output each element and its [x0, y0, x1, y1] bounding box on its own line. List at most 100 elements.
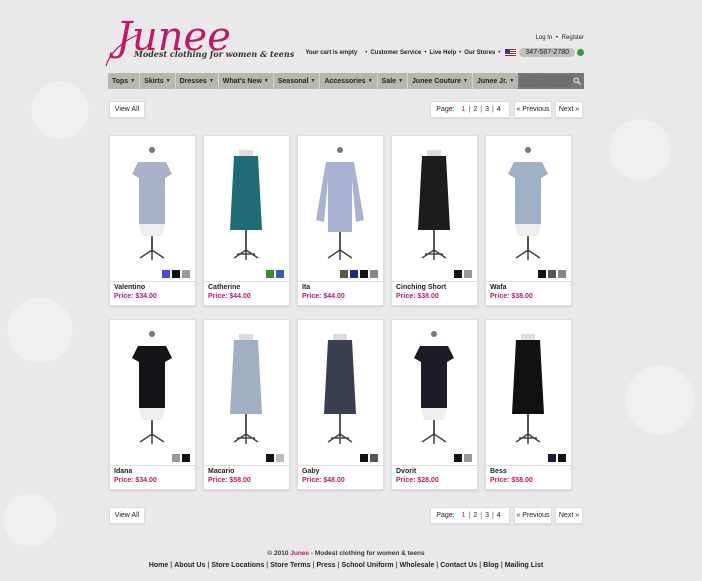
footer-link-press[interactable]: Press — [317, 562, 336, 569]
product-card[interactable]: Dvorit Price: $28.00 — [391, 319, 478, 490]
view-all-button[interactable]: View All — [109, 507, 145, 524]
product-name[interactable]: Catherine — [208, 284, 240, 291]
product-image[interactable] — [204, 140, 289, 270]
color-swatch[interactable] — [350, 270, 358, 278]
color-swatch[interactable] — [276, 270, 284, 278]
next-button[interactable]: Next » — [555, 507, 583, 524]
product-card[interactable]: Wafa Price: $38.00 — [485, 135, 572, 306]
footer-link-store-locations[interactable]: Store Locations — [211, 562, 264, 569]
previous-button[interactable]: « Previous — [514, 101, 552, 118]
chat-icon[interactable] — [577, 49, 584, 56]
nav-item-tops[interactable]: Tops ▼ — [108, 73, 141, 89]
page-link-4[interactable]: 4 — [494, 512, 504, 519]
color-swatch[interactable] — [538, 270, 546, 278]
color-swatch[interactable] — [370, 270, 378, 278]
product-name[interactable]: Gaby — [302, 468, 320, 475]
color-swatch[interactable] — [266, 270, 274, 278]
footer-link-school-uniform[interactable]: School Uniform — [342, 562, 394, 569]
color-swatch[interactable] — [182, 270, 190, 278]
product-image[interactable] — [392, 140, 477, 270]
our-stores-link[interactable]: Our Stores — [464, 50, 495, 56]
product-name[interactable]: Valentino — [114, 284, 145, 291]
color-swatch[interactable] — [360, 454, 368, 462]
cart-status[interactable]: Your cart is empty — [305, 50, 357, 56]
product-image[interactable] — [298, 324, 383, 454]
product-name[interactable]: Ita — [302, 284, 310, 291]
caret-down-icon: ▼ — [208, 78, 214, 84]
footer-link-store-terms[interactable]: Store Terms — [270, 562, 310, 569]
product-name[interactable]: Idana — [114, 468, 132, 475]
color-swatch[interactable] — [370, 454, 378, 462]
color-swatch[interactable] — [162, 270, 170, 278]
view-all-button[interactable]: View All — [109, 101, 145, 118]
live-help-link[interactable]: Live Help — [429, 50, 456, 56]
page-link-3[interactable]: 3 — [482, 512, 492, 519]
color-swatch[interactable] — [266, 454, 274, 462]
footer-link-blog[interactable]: Blog — [483, 562, 499, 569]
nav-item-skirts[interactable]: Skirts ▼ — [140, 73, 176, 89]
nav-item-seasonal[interactable]: Seasonal ▼ — [274, 73, 321, 89]
register-link[interactable]: Register — [562, 35, 584, 41]
color-swatch[interactable] — [454, 454, 462, 462]
product-image[interactable] — [110, 140, 195, 270]
page-link-1[interactable]: 1 — [459, 106, 469, 113]
product-image[interactable] — [110, 324, 195, 454]
page-link-2[interactable]: 2 — [470, 106, 480, 113]
product-image[interactable] — [486, 140, 571, 270]
page-link-4[interactable]: 4 — [494, 106, 504, 113]
product-card[interactable]: Valentino Price: $34.00 — [109, 135, 196, 306]
site-logo[interactable]: Junee Modest clothing for women & teens — [105, 14, 294, 67]
nav-item-dresses[interactable]: Dresses ▼ — [176, 73, 219, 89]
product-name[interactable]: Macario — [208, 468, 234, 475]
product-card[interactable]: Bess Price: $58.00 — [485, 319, 572, 490]
product-image[interactable] — [486, 324, 571, 454]
search-icon[interactable] — [572, 75, 582, 87]
product-image[interactable] — [298, 140, 383, 270]
color-swatch[interactable] — [558, 454, 566, 462]
product-name[interactable]: Dvorit — [396, 468, 416, 475]
product-card[interactable]: Macario Price: $58.00 — [203, 319, 290, 490]
nav-item-label: What's New — [222, 77, 262, 85]
color-swatch[interactable] — [454, 270, 462, 278]
product-card[interactable]: Ita Price: $44.00 — [297, 135, 384, 306]
color-swatch[interactable] — [182, 454, 190, 462]
product-name[interactable]: Wafa — [490, 284, 506, 291]
nav-item-what-s-new[interactable]: What's New ▼ — [219, 73, 274, 89]
color-swatch[interactable] — [464, 270, 472, 278]
product-card[interactable]: Catherine Price: $44.00 — [203, 135, 290, 306]
product-name[interactable]: Cinching Short — [396, 284, 446, 291]
nav-item-sale[interactable]: Sale ▼ — [378, 73, 409, 89]
product-image[interactable] — [204, 324, 289, 454]
search-input[interactable] — [520, 75, 572, 87]
product-image[interactable] — [392, 324, 477, 454]
page-link-3[interactable]: 3 — [482, 106, 492, 113]
login-link[interactable]: Log In — [536, 35, 553, 41]
color-swatch[interactable] — [464, 454, 472, 462]
customer-service-link[interactable]: Customer Service — [370, 50, 421, 56]
product-name[interactable]: Bess — [490, 468, 507, 475]
us-flag-icon[interactable] — [505, 49, 517, 56]
next-button[interactable]: Next » — [555, 101, 583, 118]
footer-link-mailing-list[interactable]: Mailing List — [505, 562, 544, 569]
previous-button[interactable]: « Previous — [514, 507, 552, 524]
page-link-1[interactable]: 1 — [459, 512, 469, 519]
nav-item-junee-couture[interactable]: Junee Couture ▼ — [408, 73, 473, 89]
footer-link-contact-us[interactable]: Contact Us — [440, 562, 477, 569]
color-swatch[interactable] — [172, 454, 180, 462]
footer-link-home[interactable]: Home — [149, 562, 168, 569]
color-swatch[interactable] — [360, 270, 368, 278]
nav-item-junee-jr-[interactable]: Junee Jr. ▼ — [473, 73, 520, 89]
product-card[interactable]: Gaby Price: $48.00 — [297, 319, 384, 490]
nav-item-accessories[interactable]: Accessories ▼ — [320, 73, 378, 89]
color-swatch[interactable] — [172, 270, 180, 278]
color-swatch[interactable] — [558, 270, 566, 278]
color-swatch[interactable] — [340, 270, 348, 278]
color-swatch[interactable] — [548, 270, 556, 278]
color-swatch[interactable] — [276, 454, 284, 462]
footer-link-wholesale[interactable]: Wholesale — [400, 562, 435, 569]
product-card[interactable]: Idana Price: $34.00 — [109, 319, 196, 490]
product-card[interactable]: Cinching Short Price: $38.00 — [391, 135, 478, 306]
color-swatch[interactable] — [548, 454, 556, 462]
footer-link-about-us[interactable]: About Us — [174, 562, 205, 569]
page-link-2[interactable]: 2 — [470, 512, 480, 519]
